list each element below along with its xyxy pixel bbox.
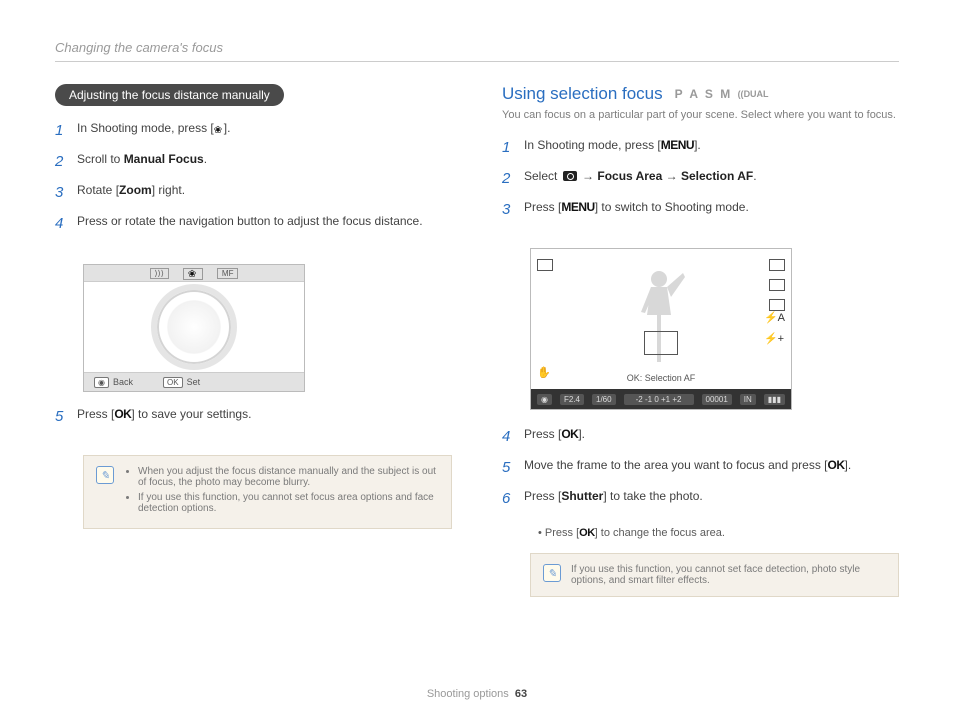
focus-rect bbox=[644, 331, 678, 355]
step-4: 4 Press or rotate the navigation button … bbox=[55, 213, 452, 234]
note-icon: ✎ bbox=[96, 466, 114, 484]
r-step-5: 5 Move the frame to the area you want to… bbox=[502, 457, 899, 478]
scene-illustration: ⚡A⚡+ ✋ OK: Selection AF ◉ F2.4 1/60 -2 -… bbox=[530, 248, 792, 410]
camera-icon bbox=[563, 171, 577, 181]
lcd-bottom-bar: ◉Back OKSet bbox=[84, 372, 304, 391]
r-step-4: 4 Press [OK]. bbox=[502, 426, 899, 447]
r-step-3: 3 Press [MENU] to switch to Shooting mod… bbox=[502, 199, 899, 220]
top-left-indicator-icon bbox=[537, 259, 553, 271]
r-step-6: 6 Press [Shutter] to take the photo. bbox=[502, 488, 899, 509]
dial-icon bbox=[151, 284, 237, 370]
page-footer: Shooting options 63 bbox=[55, 688, 899, 700]
note-left: ✎ When you adjust the focus distance man… bbox=[83, 455, 452, 529]
r-step-1: 1 In Shooting mode, press [MENU]. bbox=[502, 137, 899, 158]
flash-icons: ⚡A⚡+ bbox=[764, 311, 785, 345]
macro-icon bbox=[214, 121, 224, 131]
breadcrumb: Changing the camera's focus bbox=[55, 40, 899, 62]
sub-bullet: • Press [OK] to change the focus area. bbox=[538, 527, 899, 539]
macro-icon bbox=[183, 268, 203, 280]
note-right: ✎ If you use this function, you cannot s… bbox=[530, 553, 899, 597]
lcd-illustration: ⟩⟩⟩MF ◉Back OKSet bbox=[83, 264, 305, 392]
lcd-top-bar: ⟩⟩⟩MF bbox=[84, 265, 304, 282]
section-title: Using selection focus P A S M ((DUAL bbox=[502, 84, 899, 104]
step-2: 2 Scroll to Manual Focus. bbox=[55, 151, 452, 172]
right-indicators bbox=[769, 259, 785, 311]
left-column: Adjusting the focus distance manually 1 … bbox=[55, 84, 452, 678]
step-1: 1 In Shooting mode, press []. bbox=[55, 120, 452, 141]
stabilizer-icon: ✋ bbox=[537, 366, 551, 379]
status-bar: ◉ F2.4 1/60 -2 -1 0 +1 +2 00001 IN ▮▮▮ bbox=[531, 389, 791, 409]
step-3: 3 Rotate [Zoom] right. bbox=[55, 182, 452, 203]
r-step-2: 2 Select → Focus Area → Selection AF. bbox=[502, 168, 899, 189]
note-icon: ✎ bbox=[543, 564, 561, 582]
step-5: 5 Press [OK] to save your settings. bbox=[55, 406, 452, 427]
right-column: Using selection focus P A S M ((DUAL You… bbox=[502, 84, 899, 678]
ok-selection-label: OK: Selection AF bbox=[627, 373, 696, 383]
section-subtext: You can focus on a particular part of yo… bbox=[502, 108, 899, 123]
section-pill: Adjusting the focus distance manually bbox=[55, 84, 284, 106]
